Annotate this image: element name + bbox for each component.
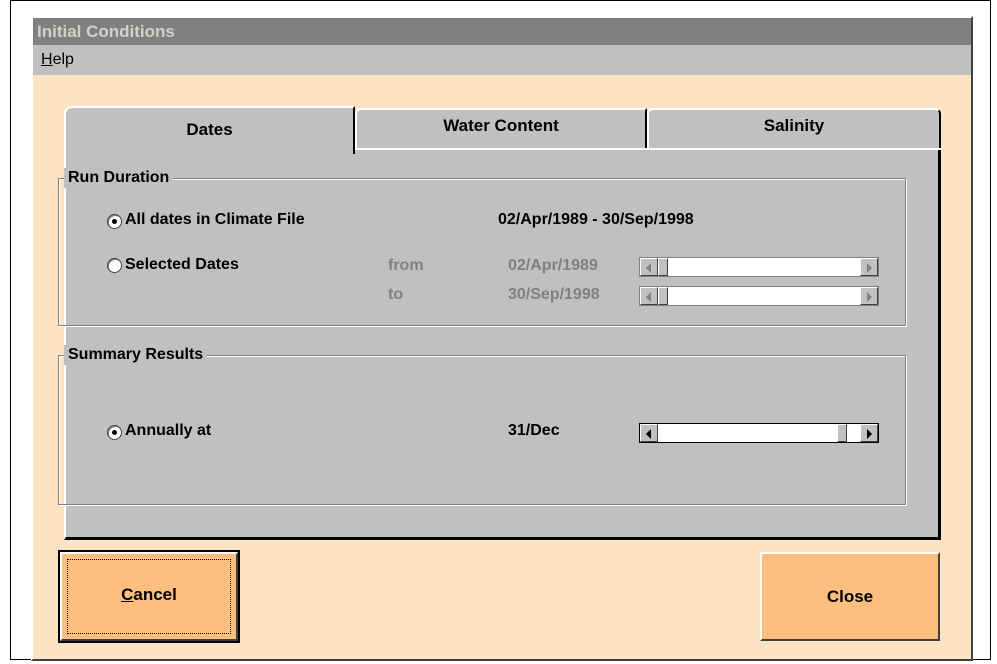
climate-file-date-range: 02/Apr/1989 - 30/Sep/1998 — [498, 211, 694, 228]
from-label: from — [388, 257, 424, 274]
all-dates-radio[interactable] — [107, 214, 122, 229]
selected-dates-label[interactable]: Selected Dates — [125, 256, 239, 274]
to-date-scrollbar[interactable] — [639, 286, 879, 306]
scroll-thumb[interactable] — [658, 287, 668, 305]
close-button[interactable]: Close — [760, 552, 940, 641]
from-date-scrollbar[interactable] — [639, 257, 879, 277]
cancel-button[interactable]: Cancel — [58, 550, 240, 643]
menu-help[interactable]: Help — [41, 51, 74, 68]
tab-panel-edge — [355, 148, 941, 150]
run-duration-label: Run Duration — [64, 168, 174, 188]
scroll-thumb[interactable] — [837, 424, 847, 442]
summary-results-label: Summary Results — [64, 345, 208, 365]
to-date-value: 30/Sep/1998 — [508, 286, 600, 303]
scroll-thumb[interactable] — [658, 258, 668, 276]
annual-date-scrollbar[interactable] — [639, 423, 879, 443]
all-dates-label[interactable]: All dates in Climate File — [125, 211, 305, 229]
annually-label[interactable]: Annually at — [125, 422, 211, 440]
from-date-value: 02/Apr/1989 — [508, 257, 598, 274]
scroll-right-arrow-icon[interactable] — [860, 424, 878, 442]
scroll-right-arrow-icon[interactable] — [860, 258, 878, 276]
focus-rectangle — [67, 559, 231, 634]
tab-water-content[interactable]: Water Content — [355, 108, 647, 148]
window-title: Initial Conditions — [33, 18, 971, 45]
annual-date-value: 31/Dec — [508, 422, 560, 439]
tab-salinity[interactable]: Salinity — [647, 108, 941, 148]
selected-dates-radio[interactable] — [107, 258, 122, 273]
to-label: to — [388, 286, 404, 303]
scroll-left-arrow-icon[interactable] — [640, 424, 658, 442]
annually-radio[interactable] — [107, 425, 122, 440]
scroll-left-arrow-icon[interactable] — [640, 287, 658, 305]
menu-bar: Help — [33, 45, 971, 75]
scroll-right-arrow-icon[interactable] — [860, 287, 878, 305]
tab-dates[interactable]: Dates — [64, 106, 355, 154]
scroll-left-arrow-icon[interactable] — [640, 258, 658, 276]
